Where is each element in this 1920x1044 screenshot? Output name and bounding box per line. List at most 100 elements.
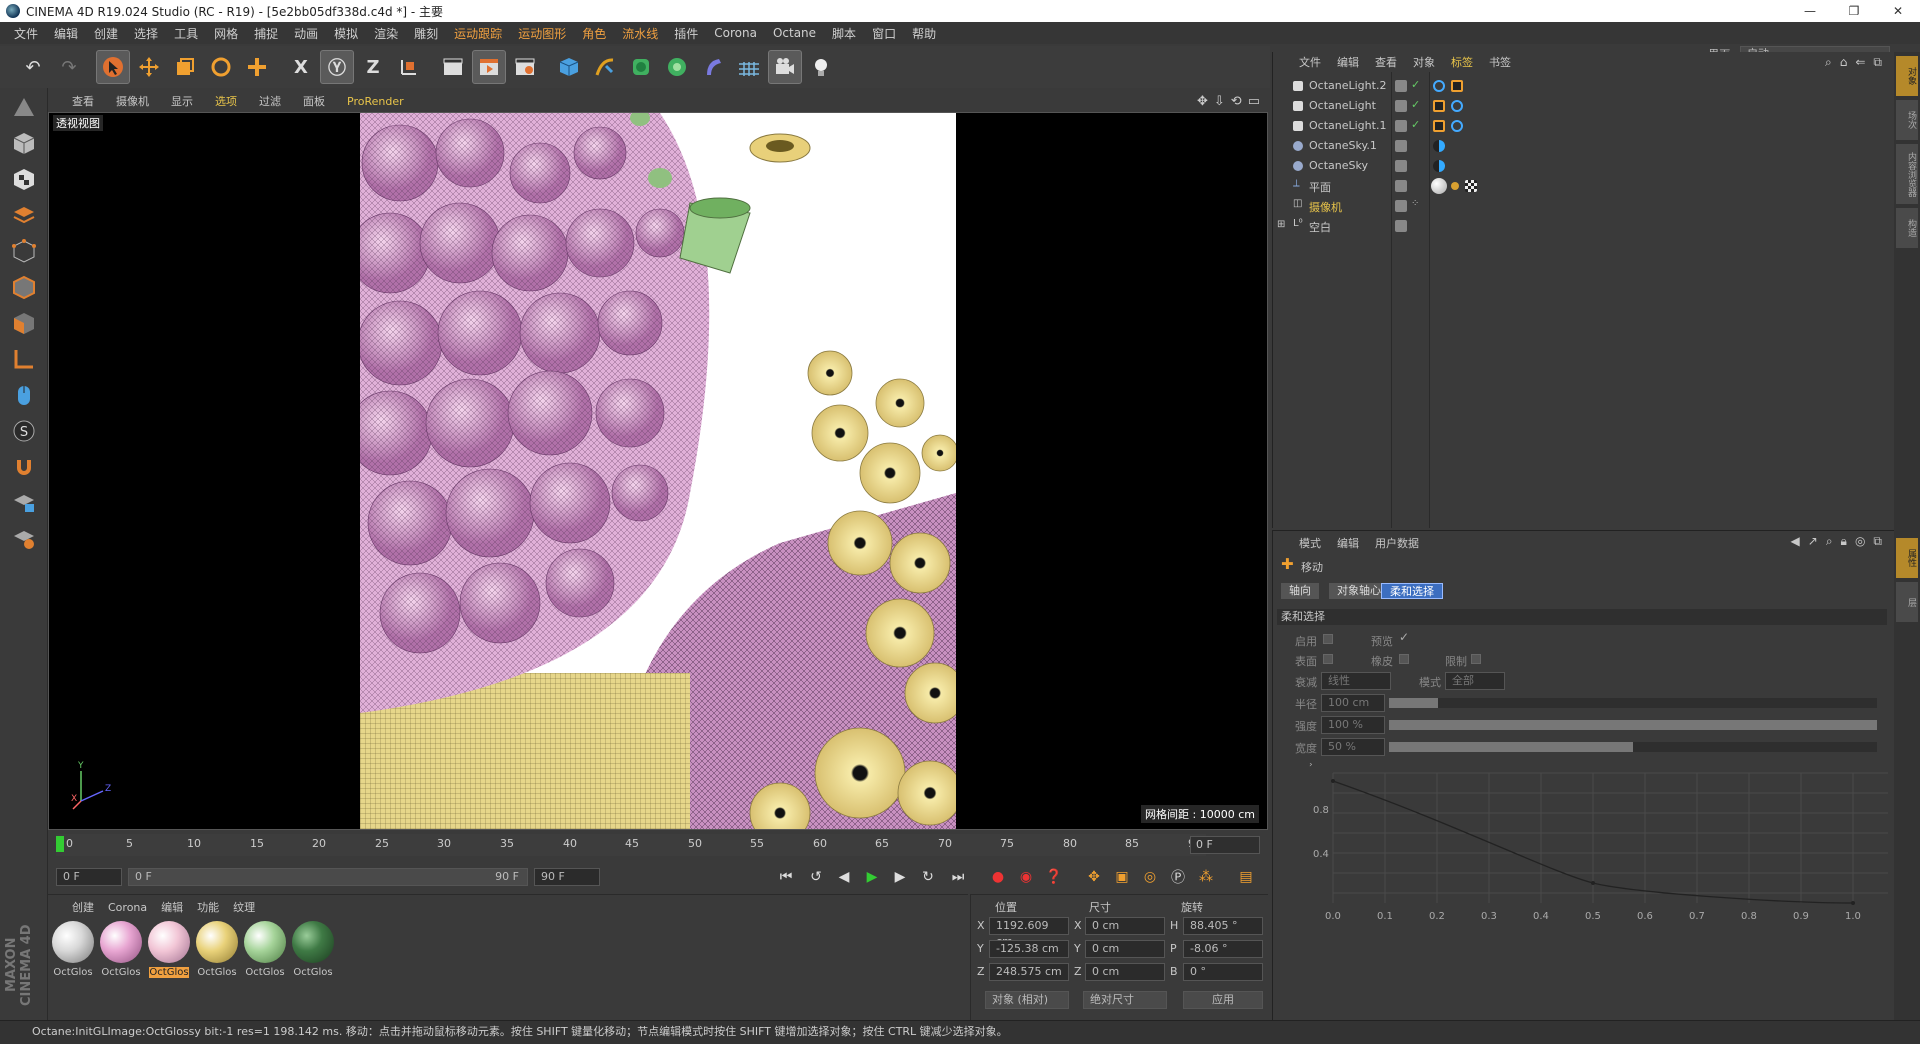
environment-tag-icon[interactable] <box>1433 160 1445 172</box>
width-slider[interactable] <box>1389 742 1877 752</box>
orbit-icon[interactable]: ⟲ <box>1231 94 1242 109</box>
material-tag-icon[interactable] <box>1431 178 1447 194</box>
keyframe-selection-button[interactable]: ❓ <box>1042 866 1066 888</box>
menu-pipeline[interactable]: 流水线 <box>622 25 658 42</box>
rubber-checkbox[interactable] <box>1399 654 1409 664</box>
timeline-window-button[interactable]: ▤ <box>1234 866 1258 888</box>
restrict-checkbox[interactable] <box>1471 654 1481 664</box>
visibility-icon[interactable] <box>1395 200 1407 212</box>
prev-key-button[interactable]: ↺ <box>804 866 828 888</box>
size-mode-dropdown[interactable]: 绝对尺寸 <box>1083 991 1167 1009</box>
select-tool-button[interactable] <box>96 50 130 84</box>
axis-mode-button[interactable] <box>6 342 42 376</box>
object-row[interactable]: ◫ 摄像机 ⁘ <box>1273 196 1895 216</box>
render-settings-button[interactable] <box>508 50 542 84</box>
object-row[interactable]: OctaneLight.1 ✓ <box>1273 116 1895 136</box>
coord-mode-dropdown[interactable]: 对象 (相对) <box>985 991 1069 1009</box>
grid-lock-button[interactable] <box>6 486 42 520</box>
menu-render[interactable]: 渲染 <box>374 25 398 42</box>
size-z-field[interactable]: 0 cm <box>1085 963 1165 981</box>
make-editable-button[interactable] <box>6 90 42 124</box>
redo-button[interactable]: ↷ <box>52 50 86 84</box>
target-icon[interactable]: ◎ <box>1855 534 1865 549</box>
tab-axis[interactable]: 轴向 <box>1281 583 1319 599</box>
material-swatch[interactable]: OctGlos <box>194 921 240 985</box>
side-tab-content-browser[interactable]: 内容浏览器 <box>1896 144 1918 204</box>
maximize-button[interactable]: ❐ <box>1832 0 1876 22</box>
vp-menu-cameras[interactable]: 摄像机 <box>116 93 149 109</box>
vp-menu-panel[interactable]: 面板 <box>303 93 325 109</box>
search-icon[interactable]: ⌕ <box>1826 534 1833 549</box>
radius-field[interactable]: 100 cm <box>1321 694 1385 712</box>
side-tab-layers[interactable]: 层 <box>1896 582 1918 622</box>
subdivision-button[interactable] <box>624 50 658 84</box>
object-row[interactable]: OctaneLight.2 ✓ <box>1273 76 1895 96</box>
z-axis-lock-button[interactable]: Z <box>356 50 390 84</box>
check-icon[interactable]: ✓ <box>1411 118 1420 131</box>
menu-create[interactable]: 创建 <box>94 25 118 42</box>
frame-range-slider[interactable]: 0 F 90 F <box>128 868 528 886</box>
menu-corona[interactable]: Corona <box>714 26 757 40</box>
material-swatch[interactable]: OctGlos <box>242 921 288 985</box>
start-frame-field[interactable]: 0 F <box>56 868 122 886</box>
menu-character[interactable]: 角色 <box>582 25 606 42</box>
mode-dropdown[interactable]: 全部 <box>1445 672 1505 690</box>
workplane-button[interactable] <box>6 198 42 232</box>
visibility-icon[interactable] <box>1395 160 1407 172</box>
visibility-icon[interactable] <box>1395 120 1407 132</box>
home-icon[interactable]: ⌂ <box>1840 55 1848 70</box>
model-mode-button[interactable] <box>6 126 42 160</box>
apply-button[interactable]: 应用 <box>1183 991 1263 1009</box>
object-row[interactable]: OctaneLight ✓ <box>1273 96 1895 116</box>
coord-system-button[interactable] <box>392 50 426 84</box>
deformer-button[interactable] <box>696 50 730 84</box>
key-rotation-button[interactable]: ◎ <box>1138 866 1162 888</box>
autokey-button[interactable]: ◉ <box>1014 866 1038 888</box>
next-frame-button[interactable]: ▶ <box>888 866 912 888</box>
menu-window[interactable]: 窗口 <box>872 25 896 42</box>
menu-snap[interactable]: 捕捉 <box>254 25 278 42</box>
back-icon[interactable]: ⇐ <box>1855 55 1865 70</box>
attr-menu-edit[interactable]: 编辑 <box>1337 535 1359 551</box>
maximize-view-icon[interactable]: ▭ <box>1248 94 1260 109</box>
next-key-button[interactable]: ↻ <box>916 866 940 888</box>
prev-arrow-icon[interactable]: ◀ <box>1791 534 1800 549</box>
undo-button[interactable]: ↶ <box>16 50 50 84</box>
up-arrow-icon[interactable]: ↗ <box>1808 534 1818 549</box>
snap-button[interactable]: S <box>6 414 42 448</box>
light-button[interactable] <box>804 50 838 84</box>
play-button[interactable]: ▶ <box>860 866 884 888</box>
octane-tag-icon[interactable] <box>1451 100 1463 112</box>
key-scale-button[interactable]: ▣ <box>1110 866 1134 888</box>
current-frame-field[interactable]: 0 F <box>1190 836 1260 854</box>
close-button[interactable]: ✕ <box>1876 0 1920 22</box>
array-button[interactable] <box>660 50 694 84</box>
pos-y-field[interactable]: -125.38 cm <box>989 940 1069 958</box>
cloner-tag-icon[interactable] <box>1451 182 1459 190</box>
pos-z-field[interactable]: 248.575 cm <box>989 963 1069 981</box>
rot-h-field[interactable]: 88.405 ° <box>1183 917 1263 935</box>
key-param-button[interactable]: Ⓟ <box>1166 866 1190 888</box>
menu-mesh[interactable]: 网格 <box>214 25 238 42</box>
menu-animate[interactable]: 动画 <box>294 25 318 42</box>
key-position-button[interactable]: ✥ <box>1082 866 1106 888</box>
vp-menu-view[interactable]: 查看 <box>72 93 94 109</box>
strength-field[interactable]: 100 % <box>1321 716 1385 734</box>
side-tab-structure[interactable]: 构造 <box>1896 208 1918 248</box>
perspective-viewport[interactable]: 透视视图 Y Z X 网格间距 : 10000 cm <box>48 112 1268 830</box>
menu-file[interactable]: 文件 <box>14 25 38 42</box>
material-swatch[interactable]: OctGlos <box>146 921 192 985</box>
transform-tool-button[interactable] <box>240 50 274 84</box>
mat-menu-corona[interactable]: Corona <box>108 901 147 914</box>
pen-spline-button[interactable] <box>588 50 622 84</box>
y-axis-lock-button[interactable]: Ⓨ <box>320 50 354 84</box>
vp-menu-filter[interactable]: 过滤 <box>259 93 281 109</box>
new-window-icon[interactable]: ⧉ <box>1873 534 1882 549</box>
vp-menu-display[interactable]: 显示 <box>171 93 193 109</box>
go-to-start-button[interactable]: ⏮ <box>774 866 798 888</box>
object-row[interactable]: ⟂ 平面 <box>1273 176 1895 196</box>
visibility-icon[interactable] <box>1395 80 1407 92</box>
menu-select[interactable]: 选择 <box>134 25 158 42</box>
playhead[interactable] <box>56 836 64 852</box>
new-window-icon[interactable]: ⧉ <box>1873 55 1882 70</box>
